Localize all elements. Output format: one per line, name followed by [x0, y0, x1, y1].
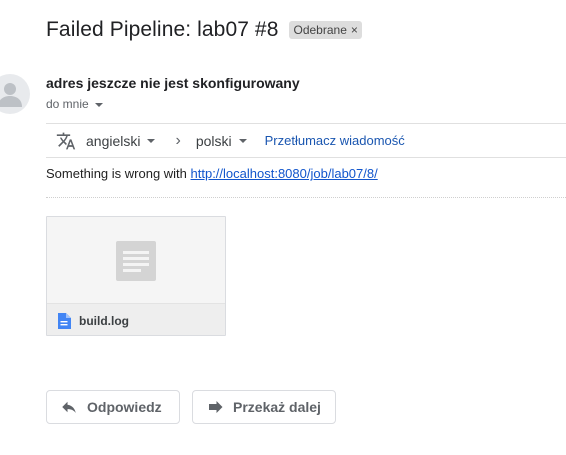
source-language-select[interactable]: angielski: [86, 132, 156, 149]
chevron-down-icon: [238, 139, 247, 143]
email-view: Failed Pipeline: lab07 #8 Odebrane × adr…: [0, 0, 566, 455]
attachment-file-name: build.log: [79, 314, 129, 328]
source-language-label: angielski: [86, 132, 141, 149]
attachment-card[interactable]: build.log: [46, 216, 226, 336]
recipient-text: do mnie: [46, 97, 89, 111]
label-chip-text: Odebrane: [293, 23, 347, 37]
label-chip-inbox[interactable]: Odebrane ×: [288, 21, 362, 39]
chevron-down-icon: [147, 139, 156, 143]
sender-name: adres jeszcze nie jest skonfigurowany: [46, 75, 300, 91]
translate-icon: [56, 132, 76, 149]
translate-message-link[interactable]: Przetłumacz wiadomość: [265, 133, 405, 148]
translate-bar: angielski › polski Przetłumacz wiadomość: [46, 123, 566, 158]
chevron-down-icon[interactable]: [94, 102, 103, 107]
recipient-details[interactable]: do mnie: [46, 97, 103, 111]
reply-icon: [62, 401, 76, 413]
job-link[interactable]: http://localhost:8080/job/lab07/8/: [191, 166, 378, 181]
document-thumbnail-icon: [116, 241, 156, 281]
document-icon: [58, 313, 71, 329]
message-body: Something is wrong with http://localhost…: [46, 166, 378, 181]
forward-icon: [209, 401, 223, 413]
subject-row: Failed Pipeline: lab07 #8 Odebrane ×: [46, 18, 362, 42]
forward-button-label: Przekaż dalej: [233, 399, 321, 415]
attachment-preview: [47, 217, 225, 303]
person-icon: [0, 83, 22, 107]
chevron-right-icon: ›: [175, 131, 181, 149]
reply-button[interactable]: Odpowiedz: [46, 390, 180, 424]
attachments-divider: [46, 197, 566, 198]
message-text: Something is wrong with: [46, 166, 191, 181]
remove-label-icon[interactable]: ×: [351, 22, 358, 38]
target-language-label: polski: [195, 132, 232, 149]
email-subject: Failed Pipeline: lab07 #8: [46, 18, 279, 41]
attachment-footer: build.log: [47, 303, 225, 335]
reply-button-label: Odpowiedz: [87, 399, 162, 415]
target-language-select[interactable]: polski: [196, 133, 247, 149]
sender-avatar: [0, 74, 30, 114]
forward-button[interactable]: Przekaż dalej: [192, 390, 336, 424]
